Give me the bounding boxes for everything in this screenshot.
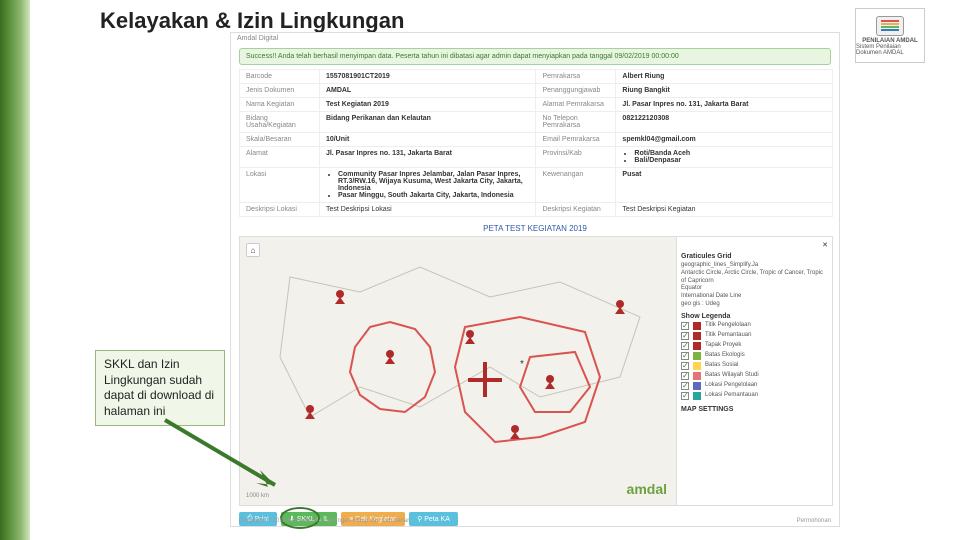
info-label: Nama Kegiatan xyxy=(240,98,320,112)
info-label: Bidang Usaha/Kegiatan xyxy=(240,112,320,133)
map-home-button[interactable]: ⌂ xyxy=(246,243,260,257)
graticule-item: Equator xyxy=(681,285,828,293)
home-icon: ⌂ xyxy=(251,246,256,255)
footer-right[interactable]: Permohonan xyxy=(797,518,831,524)
graticule-item: International Date Line xyxy=(681,293,828,301)
legend-item[interactable]: Tapak Proyek xyxy=(681,342,828,350)
info-label: Pemrakarsa xyxy=(536,70,616,84)
checkbox-icon[interactable] xyxy=(681,352,689,360)
checkbox-icon[interactable] xyxy=(681,382,689,390)
legend-swatch xyxy=(693,382,701,390)
info-label: Barcode xyxy=(240,70,320,84)
svg-text:*: * xyxy=(520,359,524,370)
info-value: AMDAL xyxy=(319,84,536,98)
tablet-icon xyxy=(876,16,904,36)
info-value: spemkl04@gmail.com xyxy=(616,133,833,147)
info-value: Jl. Pasar Inpres no. 131, Jakarta Barat xyxy=(616,98,833,112)
button-label: Peta KA xyxy=(424,516,450,523)
checkbox-icon[interactable] xyxy=(681,372,689,380)
legend-swatch xyxy=(693,362,701,370)
legend-label: Lokasi Pemantauan xyxy=(705,392,758,400)
map-canvas[interactable]: * xyxy=(240,237,678,506)
peta-ka-button[interactable]: ⚲Peta KA xyxy=(409,512,458,526)
app-header: Amdal Digital xyxy=(231,33,839,44)
info-label: Alamat Pemrakarsa xyxy=(536,98,616,112)
legend-swatch xyxy=(693,372,701,380)
checkbox-icon[interactable] xyxy=(681,392,689,400)
info-value: Riung Bangkit xyxy=(616,84,833,98)
legend-swatch xyxy=(693,322,701,330)
info-value: 082122120308 xyxy=(616,112,833,133)
map-side-panel: ✕ Graticules Grid geographic_lines_Simpl… xyxy=(676,237,832,505)
info-value: Bidang Perikanan dan Kelautan xyxy=(319,112,536,133)
legend-swatch xyxy=(693,342,701,350)
graticule-item: Antarctic Circle, Arctic Circle, Tropic … xyxy=(681,270,828,286)
info-table: Barcode1557081901CT2019PemrakarsaAlbert … xyxy=(239,69,833,217)
legend-header: Show Legenda xyxy=(681,313,828,320)
map-title: PETA TEST KEGIATAN 2019 xyxy=(231,221,839,236)
legend-label: Batas Wilayah Studi xyxy=(705,372,759,380)
info-label: Penanggungjawab xyxy=(536,84,616,98)
graticule-item: geographic_lines_Simplify.Ja xyxy=(681,262,828,270)
checkbox-icon[interactable] xyxy=(681,332,689,340)
graticule-item: geo gis : Udeg xyxy=(681,301,828,309)
callout-text: SKKL dan Izin Lingkungan sudah dapat di … xyxy=(104,357,214,418)
legend-label: Batas Sosial xyxy=(705,362,738,370)
legend-item[interactable]: Batas Sosial xyxy=(681,362,828,370)
info-value: 10/Unit xyxy=(319,133,536,147)
legend-item[interactable]: Lokasi Pemantauan xyxy=(681,392,828,400)
checkbox-icon[interactable] xyxy=(681,362,689,370)
checkbox-icon[interactable] xyxy=(681,322,689,330)
slide-accent-bar xyxy=(0,0,30,540)
callout-box: SKKL dan Izin Lingkungan sudah dapat di … xyxy=(95,350,225,426)
legend-swatch xyxy=(693,392,701,400)
success-text: Success!! Anda telah berhasil menyimpan … xyxy=(246,53,679,60)
info-label: Skala/Besaran xyxy=(240,133,320,147)
legend-item[interactable]: Batas Ekologis xyxy=(681,352,828,360)
info-value: Albert Riung xyxy=(616,70,833,84)
info-value: Test Kegiatan 2019 xyxy=(319,98,536,112)
map-watermark: amdal xyxy=(627,481,667,497)
legend-item[interactable]: Batas Wilayah Studi xyxy=(681,372,828,380)
graticules-header: Graticules Grid xyxy=(681,253,828,260)
legend-item[interactable]: Titik Pengelolaan xyxy=(681,322,828,330)
map-container: * ⌂ 1000 km amdal ✕ Graticules Grid geog… xyxy=(239,236,833,506)
info-label: Jenis Dokumen xyxy=(240,84,320,98)
legend-label: Tapak Proyek xyxy=(705,342,741,350)
legend-item[interactable]: Lokasi Pengelolaan xyxy=(681,382,828,390)
legend-label: Titik Pengelolaan xyxy=(705,322,751,330)
checkbox-icon[interactable] xyxy=(681,342,689,350)
info-label: No Telepon Pemrakarsa xyxy=(536,112,616,133)
info-value: 1557081901CT2019 xyxy=(319,70,536,84)
logo-card: PENILAIAN AMDAL Sistem Penilaian Dokumen… xyxy=(855,8,925,63)
side-close-icon[interactable]: ✕ xyxy=(681,241,828,249)
app-screenshot: Amdal Digital Success!! Anda telah berha… xyxy=(230,32,840,527)
map-scalebar: 1000 km xyxy=(246,493,269,499)
info-label: Email Pemrakarsa xyxy=(536,133,616,147)
map-settings-header[interactable]: MAP SETTINGS xyxy=(681,406,828,413)
logo-sub: Sistem Penilaian Dokumen AMDAL xyxy=(856,44,924,56)
legend-swatch xyxy=(693,352,701,360)
legend-label: Lokasi Pengelolaan xyxy=(705,382,757,390)
success-alert: Success!! Anda telah berhasil menyimpan … xyxy=(239,48,831,65)
page-title: Kelayakan & Izin Lingkungan xyxy=(100,8,404,34)
legend-label: Titik Pemantauan xyxy=(705,332,751,340)
legend-label: Batas Ekologis xyxy=(705,352,745,360)
legend-swatch xyxy=(693,332,701,340)
map-icon: ⚲ xyxy=(417,515,422,523)
footer-copyright: Copyright © 2018 Kementrian Lingkungan H… xyxy=(239,518,411,524)
legend-item[interactable]: Titik Pemantauan xyxy=(681,332,828,340)
